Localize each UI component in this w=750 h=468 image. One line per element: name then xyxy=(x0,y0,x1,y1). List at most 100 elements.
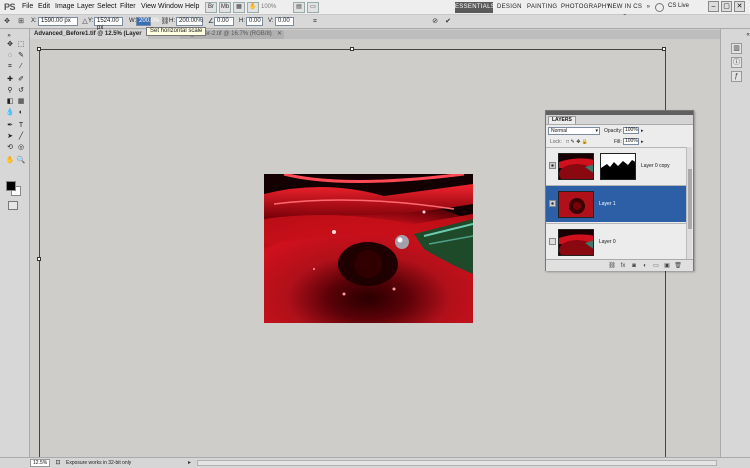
layers-scrollbar[interactable] xyxy=(686,147,692,271)
clone-stamp-tool-icon[interactable]: ⚲ xyxy=(5,86,15,96)
commit-transform-icon[interactable]: ✔ xyxy=(443,17,453,27)
new-group-icon[interactable]: ▭ xyxy=(652,262,660,270)
workspace-design[interactable]: DESIGN xyxy=(497,2,522,13)
histogram-panel-icon[interactable]: ▥ xyxy=(731,43,742,54)
move-tool-icon[interactable]: ✥ xyxy=(5,40,15,50)
eraser-tool-icon[interactable]: ◧ xyxy=(5,97,15,107)
vertical-skew-field[interactable]: 0.00 xyxy=(275,17,294,26)
tab-advanced-before[interactable]: Advanced_Before1.tif @ 12.5% (Layer 1, R… xyxy=(30,30,148,46)
fx-panel-icon[interactable]: ƒ xyxy=(731,71,742,82)
workspace-photography[interactable]: PHOTOGRAPHY xyxy=(561,2,611,13)
arrange-documents-icon[interactable]: ▤ xyxy=(293,2,305,13)
workspace-new-in-cs5[interactable]: NEW IN CS 5 xyxy=(607,2,643,21)
workspace-painting[interactable]: PAINTING xyxy=(527,2,557,13)
fx-icon[interactable]: fx xyxy=(619,262,627,270)
minibridge-icon[interactable]: Mb xyxy=(219,2,231,13)
menu-window[interactable]: Window xyxy=(158,3,183,10)
transform-handle-top-left[interactable] xyxy=(37,47,41,51)
menu-view[interactable]: View xyxy=(141,3,156,10)
3d-orbit-tool-icon[interactable]: ◎ xyxy=(16,143,26,153)
quick-select-tool-icon[interactable]: ✎ xyxy=(16,51,26,61)
hand-tool-icon[interactable]: ✋ xyxy=(5,156,15,166)
adjustment-layer-icon[interactable]: ◐ xyxy=(641,262,649,270)
menu-image[interactable]: Image xyxy=(55,3,74,10)
y-position-field[interactable]: 1524.00 px xyxy=(94,17,123,31)
layer-row[interactable]: Layer 1 xyxy=(546,185,686,222)
blend-mode-select[interactable]: Normal ▾ xyxy=(548,127,600,135)
opacity-field[interactable]: 100% xyxy=(623,127,639,134)
menu-filter[interactable]: Filter xyxy=(120,3,136,10)
horizontal-scrollbar[interactable] xyxy=(197,460,717,466)
healing-brush-tool-icon[interactable]: ✚ xyxy=(5,75,15,85)
crop-tool-icon[interactable]: ⌗ xyxy=(5,62,15,72)
horizontal-skew-field[interactable]: 0.00 xyxy=(246,17,263,26)
menu-help[interactable]: Help xyxy=(185,3,199,10)
hand-tool-icon[interactable]: ✋ xyxy=(247,2,259,13)
close-icon[interactable]: ✕ xyxy=(734,1,745,12)
menu-layer[interactable]: Layer xyxy=(77,3,95,10)
layers-panel-titlebar[interactable] xyxy=(546,111,693,115)
info-panel-icon[interactable]: ⓘ xyxy=(731,57,742,68)
minimize-icon[interactable]: – xyxy=(708,1,719,12)
menu-edit[interactable]: Edit xyxy=(38,3,50,10)
x-position-field[interactable]: 1590.00 px xyxy=(38,17,78,26)
lock-buttons[interactable]: □✎✥🔒 xyxy=(566,139,590,145)
move-tool-preset-icon[interactable]: ✥ xyxy=(2,17,12,27)
pen-tool-icon[interactable]: ✒ xyxy=(5,121,15,131)
scrollbar-thumb[interactable] xyxy=(688,169,692,229)
status-info-icon[interactable]: ⊡ xyxy=(53,458,63,468)
layers-tab[interactable]: LAYERS xyxy=(548,116,576,124)
fill-arrow-icon[interactable]: ▸ xyxy=(641,139,644,145)
brush-tool-icon[interactable]: ✐ xyxy=(16,75,26,85)
3d-rotate-tool-icon[interactable]: ⟲ xyxy=(5,143,15,153)
transform-handle-left[interactable] xyxy=(37,257,41,261)
rotate-angle-field[interactable]: 0.00 xyxy=(214,17,234,26)
opacity-arrow-icon[interactable]: ▸ xyxy=(641,128,644,134)
zoom-tool-icon[interactable]: 🔍 xyxy=(16,156,26,166)
menu-file[interactable]: File xyxy=(22,3,33,10)
add-mask-icon[interactable]: ◙ xyxy=(630,262,638,270)
visibility-eye-icon[interactable] xyxy=(549,238,556,245)
lasso-tool-icon[interactable]: ◌ xyxy=(5,51,15,61)
close-icon[interactable]: ✕ xyxy=(277,30,282,39)
history-brush-tool-icon[interactable]: ↺ xyxy=(16,86,26,96)
eyedropper-tool-icon[interactable]: ⁄ xyxy=(16,62,26,72)
gradient-tool-icon[interactable]: ▦ xyxy=(16,97,26,107)
fill-field[interactable]: 100% xyxy=(623,138,639,145)
cs-live-button[interactable]: CS Live xyxy=(668,3,689,9)
width-scale-field[interactable]: 200.0% xyxy=(136,17,159,26)
search-icon[interactable] xyxy=(655,3,664,12)
dodge-tool-icon[interactable]: ◐ xyxy=(16,108,26,118)
link-layers-icon[interactable]: ⛓ xyxy=(608,262,616,270)
cancel-transform-icon[interactable]: ⊘ xyxy=(430,17,440,27)
transform-handle-top-right[interactable] xyxy=(662,47,666,51)
layer-row[interactable]: Layer 0 copy xyxy=(546,147,686,184)
workspace-more-icon[interactable]: » xyxy=(645,2,652,13)
visibility-eye-icon[interactable] xyxy=(549,162,556,169)
workspace-essentials[interactable]: ESSENTIALS xyxy=(455,2,495,13)
path-select-tool-icon[interactable]: ➤ xyxy=(5,132,15,142)
new-layer-icon[interactable]: ▣ xyxy=(663,262,671,270)
expand-panels-icon[interactable]: « xyxy=(743,30,750,40)
height-scale-field[interactable]: 200.00% xyxy=(176,17,203,26)
marquee-tool-icon[interactable]: ⬚ xyxy=(16,40,26,50)
screen-mode-icon[interactable]: ▭ xyxy=(307,2,319,13)
status-menu-arrow-icon[interactable]: ▸ xyxy=(188,459,191,466)
quick-mask-icon[interactable] xyxy=(8,201,18,210)
status-zoom-field[interactable]: 12.5% xyxy=(30,459,50,467)
maximize-icon[interactable]: ▢ xyxy=(721,1,732,12)
layer-row[interactable]: Layer 0 xyxy=(546,223,686,260)
reference-point-icon[interactable]: ⊞ xyxy=(16,17,26,27)
line-tool-icon[interactable]: ╱ xyxy=(16,132,26,142)
trash-icon[interactable]: 🗑 xyxy=(674,262,682,270)
menu-select[interactable]: Select xyxy=(97,3,116,10)
transform-handle-top[interactable] xyxy=(350,47,354,51)
type-tool-icon[interactable]: T xyxy=(16,121,26,131)
layer-mask-thumbnail[interactable] xyxy=(600,153,636,180)
extras-icon[interactable]: ▦ xyxy=(233,2,245,13)
blur-tool-icon[interactable]: 💧 xyxy=(5,108,15,118)
zoom-level-select[interactable]: 100% xyxy=(261,2,291,13)
foreground-color-swatch[interactable] xyxy=(6,181,16,191)
visibility-eye-icon[interactable] xyxy=(549,200,556,207)
warp-mode-icon[interactable]: ⌗ xyxy=(310,17,320,27)
